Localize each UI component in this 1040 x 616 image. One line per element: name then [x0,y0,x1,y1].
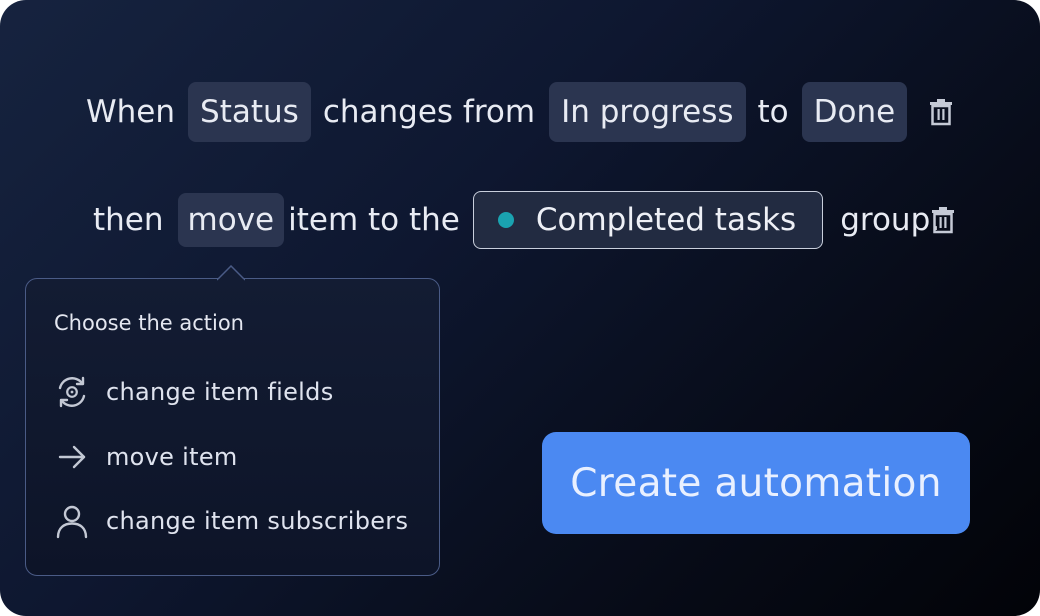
sync-settings-icon [54,372,94,412]
group-select[interactable]: Completed tasks [472,191,824,249]
trigger-sentence: When Status changes from In progress to … [86,82,908,142]
group-select-label: Completed tasks [535,202,797,238]
popover-title: Choose the action [54,311,244,335]
menu-item-label: change item fields [106,378,334,406]
delete-trigger-button[interactable] [929,98,953,126]
group-color-dot [497,212,514,228]
arrow-right-icon [54,437,94,477]
group-suffix-label: group. [840,202,941,238]
action-sentence: then move item to the Completed tasks gr… [93,191,940,249]
trash-icon [932,207,954,234]
automation-builder-card: When Status changes from In progress to … [0,0,1040,616]
then-label: then [93,202,164,238]
menu-item-label: move item [106,443,238,471]
menu-item-change-item-subscribers[interactable]: change item subscribers [54,501,408,541]
to-value-chip[interactable]: Done [801,82,908,142]
menu-item-move-item[interactable]: move item [54,437,238,477]
from-value-chip[interactable]: In progress [549,82,746,142]
changes-from-label: changes from [322,94,536,130]
to-label: to [757,94,789,130]
trash-icon [930,99,952,126]
action-chip[interactable]: move [177,193,285,247]
user-icon [54,501,94,541]
menu-item-change-item-fields[interactable]: change item fields [54,372,334,412]
action-chooser-popover: Choose the action change item fields mov… [25,278,440,576]
create-automation-button[interactable]: Create automation [542,432,970,534]
popover-pointer [217,265,245,281]
field-chip[interactable]: Status [188,82,311,142]
when-label: When [86,94,176,130]
menu-item-label: change item subscribers [106,507,409,535]
item-to-the-label: item to the [288,202,460,238]
delete-action-button[interactable] [931,206,955,234]
